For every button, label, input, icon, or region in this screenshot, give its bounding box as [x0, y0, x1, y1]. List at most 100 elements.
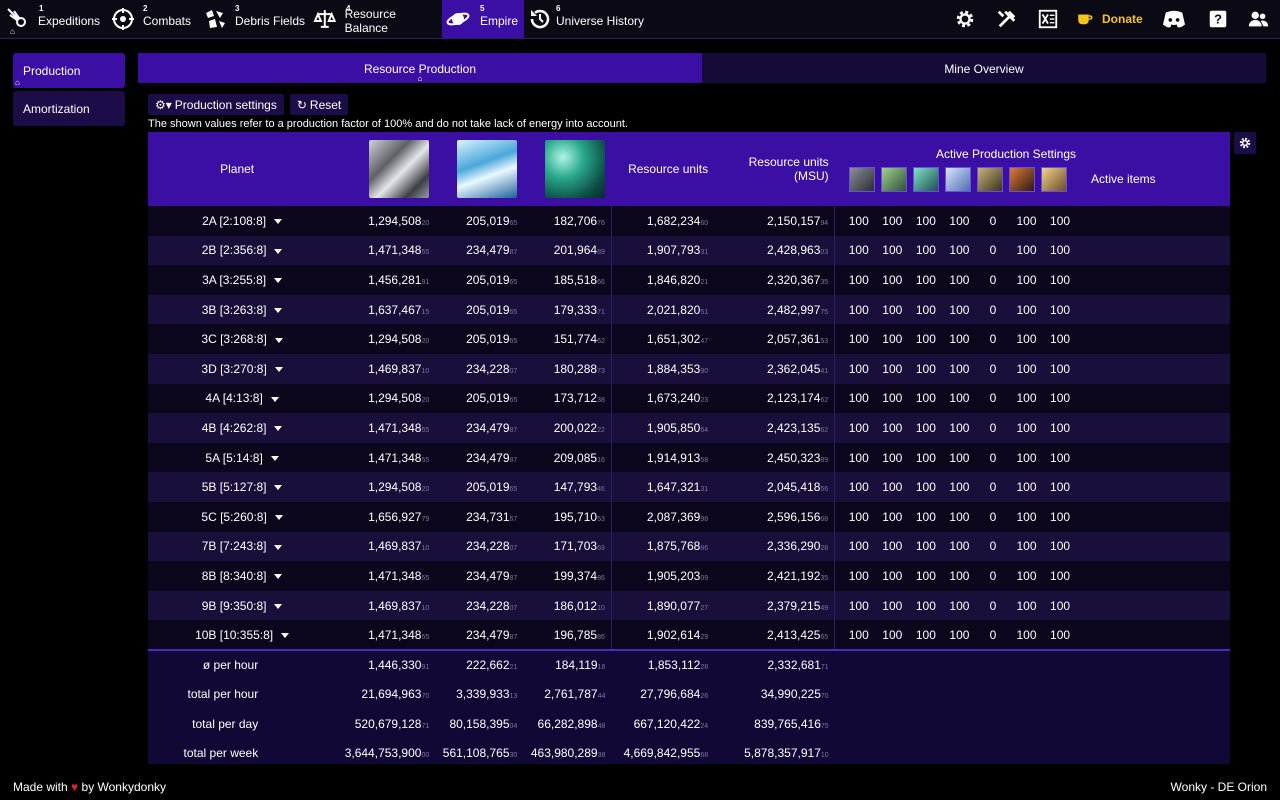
chevron-down-icon[interactable] — [274, 485, 283, 491]
production-setting-cell[interactable]: 100 — [943, 206, 977, 236]
production-setting-cell[interactable]: 100 — [1043, 354, 1077, 384]
planet-cell[interactable]: 5A [5:14:8] — [148, 443, 326, 473]
production-setting-cell[interactable]: 100 — [1043, 413, 1077, 443]
chevron-down-icon[interactable] — [274, 574, 283, 580]
donate-button[interactable]: Donate — [1076, 7, 1143, 31]
production-setting-cell[interactable]: 0 — [976, 502, 1010, 532]
production-setting-cell[interactable]: 100 — [876, 206, 910, 236]
production-setting-cell[interactable]: 100 — [909, 443, 943, 473]
production-setting-cell[interactable]: 100 — [842, 384, 876, 414]
production-setting-cell[interactable]: 100 — [876, 236, 910, 266]
production-setting-cell[interactable]: 100 — [943, 472, 977, 502]
tools-icon[interactable] — [995, 7, 1019, 31]
production-setting-cell[interactable]: 100 — [842, 561, 876, 591]
chevron-down-icon[interactable] — [270, 396, 279, 402]
production-setting-cell[interactable]: 100 — [909, 384, 943, 414]
tab-mine-overview[interactable]: Mine Overview — [702, 53, 1266, 83]
production-setting-cell[interactable]: 100 — [943, 354, 977, 384]
production-setting-cell[interactable]: 100 — [876, 265, 910, 295]
production-setting-cell[interactable]: 100 — [842, 413, 876, 443]
production-setting-cell[interactable]: 100 — [943, 591, 977, 621]
planet-cell[interactable]: 2B [2:356:8] — [148, 236, 326, 266]
production-setting-cell[interactable]: 100 — [1010, 620, 1044, 650]
production-setting-cell[interactable]: 100 — [876, 591, 910, 621]
planet-cell[interactable]: 4B [4:262:8] — [148, 413, 326, 443]
production-setting-cell[interactable]: 100 — [842, 532, 876, 562]
production-setting-cell[interactable]: 100 — [876, 561, 910, 591]
crystal-header[interactable] — [435, 132, 523, 206]
reset-button[interactable]: ↻ Reset — [289, 94, 349, 115]
planet-cell[interactable]: 4A [4:13:8] — [148, 384, 326, 414]
production-setting-cell[interactable]: 100 — [1010, 236, 1044, 266]
chevron-down-icon[interactable] — [274, 307, 283, 313]
production-setting-cell[interactable]: 100 — [1010, 295, 1044, 325]
production-setting-cell[interactable]: 100 — [876, 443, 910, 473]
production-setting-cell[interactable]: 100 — [842, 324, 876, 354]
production-setting-cell[interactable]: 100 — [876, 472, 910, 502]
planet-cell[interactable]: 9B [9:350:8] — [148, 591, 326, 621]
production-setting-cell[interactable]: 100 — [876, 413, 910, 443]
production-setting-cell[interactable]: 100 — [1043, 620, 1077, 650]
production-setting-cell[interactable]: 100 — [943, 324, 977, 354]
production-setting-cell[interactable]: 100 — [1043, 443, 1077, 473]
chevron-down-icon[interactable] — [274, 515, 283, 521]
production-setting-cell[interactable]: 100 — [842, 206, 876, 236]
production-setting-cell[interactable]: 100 — [943, 295, 977, 325]
production-setting-cell[interactable]: 100 — [943, 384, 977, 414]
sidebar-item-amortization[interactable]: Amortization — [13, 91, 125, 126]
production-setting-cell[interactable]: 100 — [909, 236, 943, 266]
planet-cell[interactable]: 7B [7:243:8] — [148, 532, 326, 562]
production-setting-cell[interactable]: 0 — [976, 413, 1010, 443]
production-setting-cell[interactable]: 0 — [976, 354, 1010, 384]
production-setting-cell[interactable]: 100 — [909, 472, 943, 502]
production-setting-cell[interactable]: 100 — [1010, 443, 1044, 473]
production-setting-cell[interactable]: 0 — [976, 295, 1010, 325]
production-setting-cell[interactable]: 100 — [1010, 502, 1044, 532]
production-setting-cell[interactable]: 100 — [1043, 384, 1077, 414]
production-setting-cell[interactable]: 100 — [943, 502, 977, 532]
chevron-down-icon[interactable] — [274, 367, 283, 373]
chevron-down-icon[interactable] — [274, 248, 283, 254]
nav-resource-balance[interactable]: 4 Resource Balance — [313, 0, 441, 38]
production-setting-cell[interactable]: 100 — [909, 324, 943, 354]
production-setting-cell[interactable]: 0 — [976, 472, 1010, 502]
users-icon[interactable] — [1246, 7, 1270, 31]
production-setting-cell[interactable]: 100 — [842, 591, 876, 621]
production-setting-cell[interactable]: 100 — [842, 295, 876, 325]
nav-debris-fields[interactable]: 3 Debris Fields — [203, 0, 305, 38]
production-setting-cell[interactable]: 100 — [1010, 206, 1044, 236]
planet-cell[interactable]: 2A [2:108:8] — [148, 206, 326, 236]
production-setting-cell[interactable]: 0 — [976, 561, 1010, 591]
production-setting-cell[interactable]: 100 — [842, 502, 876, 532]
production-setting-cell[interactable]: 100 — [876, 295, 910, 325]
chevron-down-icon[interactable] — [274, 219, 283, 225]
production-setting-cell[interactable]: 100 — [1010, 324, 1044, 354]
chevron-down-icon[interactable] — [281, 632, 290, 638]
settings-gear-icon[interactable] — [953, 7, 977, 31]
chevron-down-icon[interactable] — [274, 603, 283, 609]
planet-cell[interactable]: 8B [8:340:8] — [148, 561, 326, 591]
production-setting-cell[interactable]: 100 — [1010, 561, 1044, 591]
production-setting-cell[interactable]: 100 — [1043, 236, 1077, 266]
excel-icon[interactable] — [1036, 7, 1060, 31]
deuterium-header[interactable] — [523, 132, 611, 206]
production-setting-cell[interactable]: 100 — [1043, 295, 1077, 325]
sidebar-item-production[interactable]: Production ⌂ — [13, 53, 125, 88]
production-setting-cell[interactable]: 100 — [842, 620, 876, 650]
planet-header[interactable]: Planet — [148, 132, 326, 206]
production-setting-cell[interactable]: 100 — [842, 236, 876, 266]
chevron-down-icon[interactable] — [274, 426, 283, 432]
production-setting-cell[interactable]: 100 — [909, 413, 943, 443]
production-setting-cell[interactable]: 100 — [943, 443, 977, 473]
production-setting-cell[interactable]: 100 — [943, 561, 977, 591]
production-setting-cell[interactable]: 100 — [1043, 324, 1077, 354]
nav-expeditions[interactable]: 1 Expeditions ⌂ — [6, 0, 106, 38]
production-setting-cell[interactable]: 100 — [876, 532, 910, 562]
production-setting-cell[interactable]: 0 — [976, 532, 1010, 562]
production-setting-cell[interactable]: 100 — [909, 295, 943, 325]
table-settings-gear-icon[interactable] — [1234, 132, 1256, 154]
production-setting-cell[interactable]: 100 — [1043, 206, 1077, 236]
production-setting-cell[interactable]: 100 — [943, 532, 977, 562]
planet-cell[interactable]: 10B [10:355:8] — [148, 620, 326, 650]
planet-cell[interactable]: 5C [5:260:8] — [148, 502, 326, 532]
